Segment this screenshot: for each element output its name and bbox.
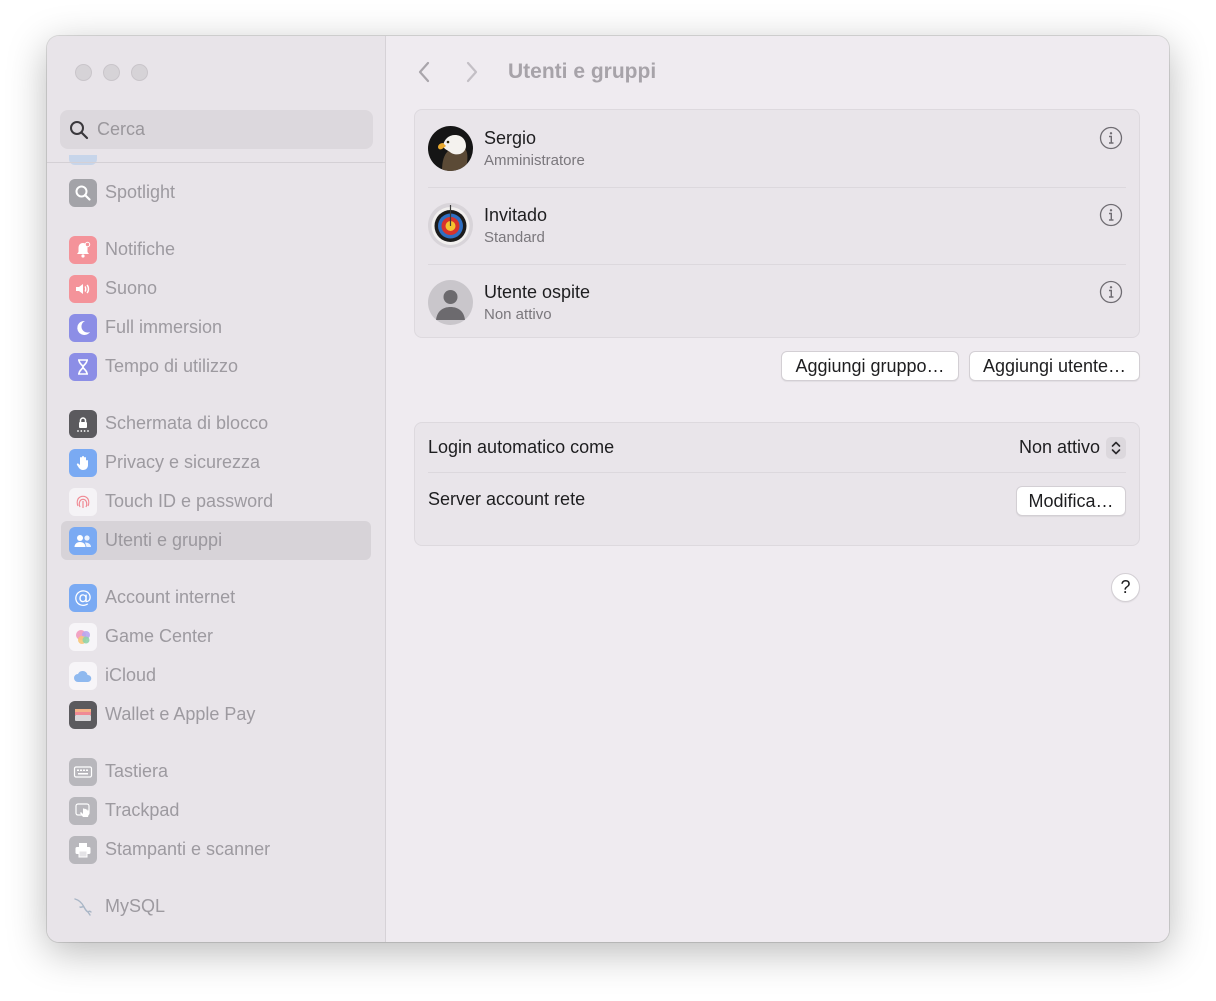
user-name: Invitado xyxy=(484,204,548,225)
sidebar-item-label: Spotlight xyxy=(105,182,176,202)
info-icon[interactable] xyxy=(1099,203,1123,227)
page-title: Utenti e gruppi xyxy=(508,60,657,83)
search-field[interactable] xyxy=(60,110,373,149)
sidebar-item-label: Suono xyxy=(105,278,158,298)
window-controls xyxy=(75,64,148,81)
back-button[interactable] xyxy=(410,57,438,87)
auto-login-value: Non attivo xyxy=(1018,437,1100,457)
sidebar-item-label: Utenti e gruppi xyxy=(105,530,223,550)
close-button[interactable] xyxy=(75,64,92,81)
forward-button[interactable] xyxy=(458,57,486,87)
sidebar-item-label: Tempo di utilizzo xyxy=(105,356,239,376)
sidebar-item-notifiche[interactable]: Notifiche xyxy=(61,230,371,269)
network-server-row: Server account rete Modifica… xyxy=(428,474,1126,524)
hourglass-icon xyxy=(69,352,97,381)
sidebar-item-label: Trackpad xyxy=(105,800,180,820)
bell-icon xyxy=(69,235,97,264)
printer-icon xyxy=(69,835,97,864)
sidebar-item-full-immersion[interactable]: Full immersion xyxy=(61,308,371,347)
sidebar-item-touch-id[interactable]: Touch ID e password xyxy=(61,482,371,521)
sidebar-item-spotlight[interactable]: Spotlight xyxy=(61,173,371,212)
sidebar-item-mysql[interactable]: MySQL xyxy=(61,887,371,926)
fingerprint-icon xyxy=(69,487,97,516)
user-role: Amministratore xyxy=(484,151,585,169)
cloud-icon xyxy=(69,661,97,690)
search-icon xyxy=(70,120,89,139)
lock-icon xyxy=(69,409,97,438)
user-name: Utente ospite xyxy=(484,281,591,302)
trackpad-icon xyxy=(69,796,97,825)
sidebar-item-label: Tastiera xyxy=(105,761,169,781)
wallet-icon xyxy=(69,700,97,729)
sidebar-item-label: Privacy e sicurezza xyxy=(105,452,261,472)
sidebar: Spotlight Notifiche Suono xyxy=(47,36,386,942)
user-row-sergio[interactable]: Sergio Amministratore xyxy=(415,110,1139,187)
sidebar-item-suono[interactable]: Suono xyxy=(61,269,371,308)
sidebar-item-label: Account internet xyxy=(105,587,236,607)
moon-icon xyxy=(69,313,97,342)
chevron-right-icon xyxy=(466,61,478,83)
sidebar-item-label: Wallet e Apple Pay xyxy=(105,704,256,724)
divider xyxy=(47,162,385,163)
sidebar-item-label: iCloud xyxy=(105,665,157,685)
sidebar-item-label: MySQL xyxy=(105,896,166,916)
dolphin-icon xyxy=(69,893,97,921)
user-row-invitado[interactable]: Invitado Standard xyxy=(415,187,1139,264)
sidebar-item-schermata-di-blocco[interactable]: Schermata di blocco xyxy=(61,404,371,443)
login-settings: Login automatico come Non attivo Server … xyxy=(414,422,1140,546)
keyboard-icon xyxy=(69,757,97,786)
user-role: Non attivo xyxy=(484,305,552,323)
sidebar-item-label: Notifiche xyxy=(105,239,176,259)
eagle-avatar xyxy=(428,126,473,171)
sidebar-item-tempo-di-utilizzo[interactable]: Tempo di utilizzo xyxy=(61,347,371,386)
person-avatar xyxy=(428,280,473,325)
auto-login-row: Login automatico come Non attivo xyxy=(428,423,1126,473)
sidebar-item-trackpad[interactable]: Trackpad xyxy=(61,791,371,830)
sidebar-item-tastiera[interactable]: Tastiera xyxy=(61,752,371,791)
chevron-up-down-icon xyxy=(1106,436,1126,459)
user-row-utente-ospite[interactable]: Utente ospite Non attivo xyxy=(415,264,1139,341)
zoom-button[interactable] xyxy=(131,64,148,81)
sidebar-item-privacy-e-sicurezza[interactable]: Privacy e sicurezza xyxy=(61,443,371,482)
target-avatar xyxy=(428,203,473,248)
auto-login-select[interactable]: Non attivo xyxy=(1018,436,1126,459)
users-list: Sergio Amministratore Invitado Standard … xyxy=(414,109,1140,338)
scrolled-item-icon xyxy=(69,155,97,165)
user-role: Standard xyxy=(484,228,545,246)
minimize-button[interactable] xyxy=(103,64,120,81)
search-input[interactable] xyxy=(97,119,357,140)
at-icon: @ xyxy=(69,583,97,612)
auto-login-label: Login automatico come xyxy=(428,437,615,457)
sidebar-item-account-internet[interactable]: @ Account internet xyxy=(61,578,371,617)
info-icon[interactable] xyxy=(1099,280,1123,304)
sidebar-item-label: Full immersion xyxy=(105,317,223,337)
sidebar-item-label: Schermata di blocco xyxy=(105,413,269,433)
sidebar-item-icloud[interactable]: iCloud xyxy=(61,656,371,695)
network-server-label: Server account rete xyxy=(428,488,586,509)
magnifier-icon xyxy=(69,178,97,207)
user-name: Sergio xyxy=(484,127,537,148)
speaker-icon xyxy=(69,274,97,303)
add-group-button[interactable]: Aggiungi gruppo… xyxy=(781,351,959,381)
hand-icon xyxy=(69,448,97,477)
add-user-button[interactable]: Aggiungi utente… xyxy=(969,351,1140,381)
sidebar-item-label: Stampanti e scanner xyxy=(105,839,271,859)
users-icon xyxy=(69,526,97,555)
info-icon[interactable] xyxy=(1099,126,1123,150)
sidebar-item-wallet[interactable]: Wallet e Apple Pay xyxy=(61,695,371,734)
chevron-left-icon xyxy=(418,61,430,83)
sidebar-item-label: Game Center xyxy=(105,626,214,646)
toolbar: Utenti e gruppi xyxy=(410,56,656,88)
game-center-icon xyxy=(69,622,97,651)
help-button[interactable]: ? xyxy=(1111,573,1140,602)
main-content: Utenti e gruppi Sergio Amministratore In… xyxy=(386,36,1169,942)
sidebar-item-stampanti[interactable]: Stampanti e scanner xyxy=(61,830,371,869)
sidebar-item-game-center[interactable]: Game Center xyxy=(61,617,371,656)
edit-button[interactable]: Modifica… xyxy=(1016,486,1126,516)
sidebar-item-label: Touch ID e password xyxy=(105,491,274,511)
sidebar-item-utenti-e-gruppi[interactable]: Utenti e gruppi xyxy=(61,521,371,560)
settings-window: Spotlight Notifiche Suono xyxy=(47,36,1169,942)
